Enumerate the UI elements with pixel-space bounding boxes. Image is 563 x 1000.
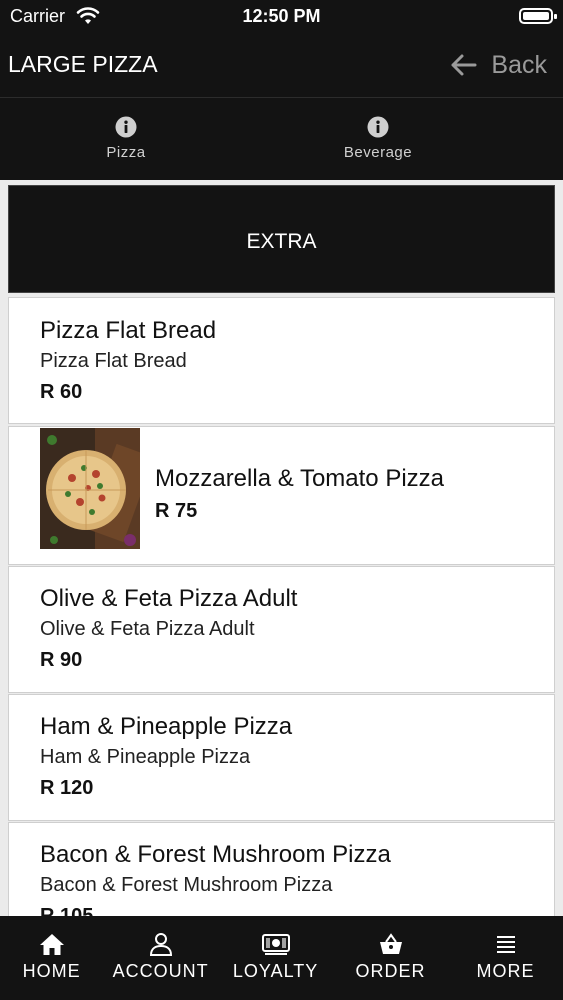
section-title: EXTRA (246, 230, 317, 253)
tab-home[interactable]: HOME (0, 916, 103, 1000)
tab-order[interactable]: ORDER (333, 916, 448, 1000)
back-button[interactable]: Back (449, 48, 547, 82)
battery-icon (519, 8, 557, 24)
menu-item[interactable]: Olive & Feta Pizza Adult Olive & Feta Pi… (8, 566, 555, 693)
tab-account[interactable]: ACCOUNT (103, 916, 218, 1000)
menu-item[interactable]: Pizza Flat Bread Pizza Flat Bread R 60 (8, 297, 555, 424)
basket-icon (379, 933, 402, 954)
menu-icon (496, 936, 515, 953)
tab-label: LOYALTY (232, 961, 319, 981)
tab-pizza[interactable]: Pizza (0, 98, 252, 180)
page-title: LARGE PIZZA (8, 51, 158, 77)
menu-content[interactable]: EXTRA Pizza Flat Bread Pizza Flat Bread … (0, 180, 563, 916)
section-header: EXTRA (8, 185, 555, 293)
clock-time: 12:50 PM (242, 6, 321, 26)
tab-label: HOME (22, 961, 81, 981)
tab-label: Beverage (343, 144, 413, 161)
navigation-bar: LARGE PIZZA Back (0, 36, 563, 98)
tab-label: ACCOUNT (112, 961, 209, 981)
tab-label: Pizza (106, 144, 146, 161)
menu-item[interactable]: Mozzarella & Tomato Pizza R 75 (8, 426, 555, 565)
item-price: R 90 (40, 649, 83, 671)
pizza-image (40, 428, 140, 549)
category-tabs: Pizza Beverage (0, 98, 563, 180)
info-icon (367, 116, 389, 138)
info-icon (115, 116, 137, 138)
item-name: Mozzarella & Tomato Pizza (155, 465, 445, 492)
tab-loyalty[interactable]: LOYALTY (218, 916, 333, 1000)
home-icon (39, 934, 64, 955)
item-name: Olive & Feta Pizza Adult (40, 585, 298, 612)
item-price: R 75 (155, 500, 198, 522)
money-icon (261, 934, 290, 955)
item-description: Pizza Flat Bread (40, 350, 187, 372)
item-name: Bacon & Forest Mushroom Pizza (40, 841, 391, 868)
user-icon (149, 933, 172, 956)
menu-item[interactable]: Ham & Pineapple Pizza Ham & Pineapple Pi… (8, 694, 555, 821)
item-description: Ham & Pineapple Pizza (40, 746, 251, 768)
item-price: R 105 (40, 905, 94, 916)
status-bar: Carrier 12:50 PM (0, 0, 563, 36)
tab-beverage[interactable]: Beverage (252, 98, 504, 180)
arrow-left-icon (451, 54, 477, 76)
tab-more[interactable]: MORE (448, 916, 563, 1000)
back-label: Back (491, 50, 547, 79)
item-name: Ham & Pineapple Pizza (40, 713, 293, 740)
item-description: Olive & Feta Pizza Adult (40, 618, 255, 640)
bottom-tab-bar: HOME ACCOUNT LOYALTY ORDER MORE (0, 916, 563, 1000)
menu-item[interactable]: Bacon & Forest Mushroom Pizza Bacon & Fo… (8, 822, 555, 916)
tab-label: ORDER (355, 961, 426, 981)
tab-label: MORE (476, 961, 535, 981)
item-name: Pizza Flat Bread (40, 317, 217, 344)
item-description: Bacon & Forest Mushroom Pizza (40, 874, 333, 896)
item-price: R 120 (40, 777, 94, 799)
item-price: R 60 (40, 381, 83, 403)
